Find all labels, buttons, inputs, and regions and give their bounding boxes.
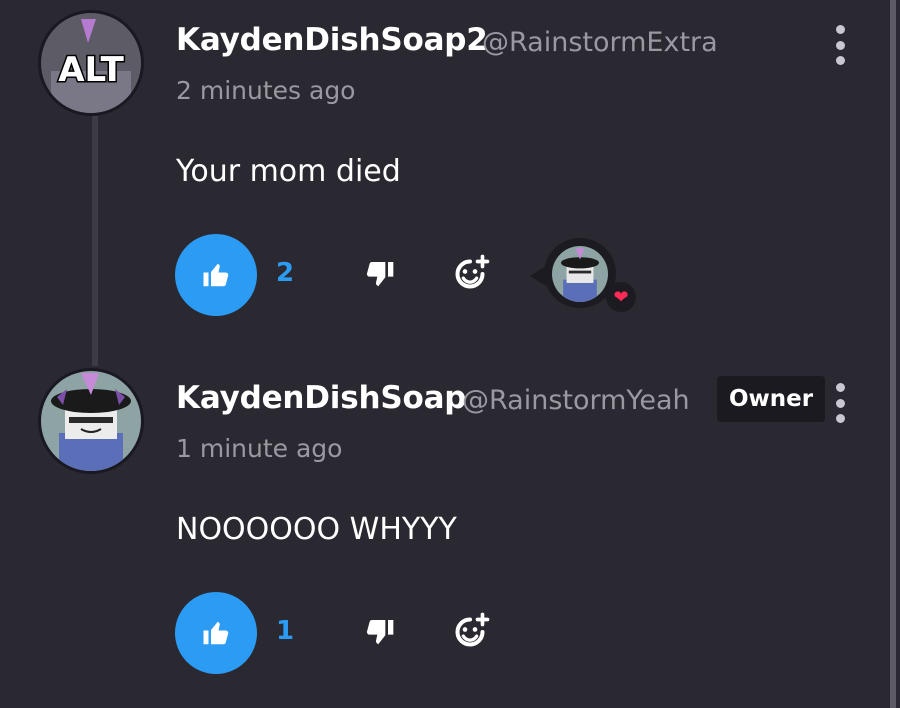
timestamp: 2 minutes ago (176, 76, 356, 105)
reactor-avatar (552, 246, 608, 302)
thumbs-down-icon (366, 262, 394, 287)
reply-thread-line (92, 116, 98, 366)
thumbs-up-icon (203, 263, 229, 287)
dislike-button[interactable] (358, 610, 402, 654)
avatar[interactable]: ALT (38, 10, 144, 116)
add-reaction-icon (455, 612, 490, 647)
comment-text: Your mom died (176, 154, 401, 189)
scrollbar-thumb[interactable] (890, 0, 896, 708)
owner-badge: Owner (717, 376, 826, 422)
more-options-icon[interactable] (830, 25, 850, 65)
dislike-button[interactable] (358, 252, 402, 296)
avatar[interactable] (38, 368, 144, 474)
add-reaction-button[interactable] (448, 610, 492, 654)
comment-text: NOOOOOO WHYYY (176, 512, 457, 547)
more-options-icon[interactable] (830, 383, 850, 423)
thumbs-down-icon (366, 620, 394, 645)
username[interactable]: KaydenDishSoap (176, 380, 466, 416)
user-handle[interactable]: @RainstormExtra (482, 27, 718, 58)
like-count: 1 (276, 616, 295, 646)
creator-reaction[interactable]: ❤ (530, 238, 636, 312)
like-button[interactable] (175, 592, 257, 674)
like-count: 2 (276, 258, 295, 288)
username[interactable]: KaydenDishSoap2 (176, 22, 488, 58)
user-handle[interactable]: @RainstormYeah (462, 385, 690, 416)
timestamp: 1 minute ago (176, 434, 343, 463)
like-button[interactable] (175, 234, 257, 316)
add-reaction-icon (455, 254, 490, 289)
add-reaction-button[interactable] (448, 252, 492, 296)
thumbs-up-icon (203, 621, 229, 645)
avatar-alt-label: ALT (58, 50, 124, 90)
scrollbar[interactable] (886, 0, 900, 708)
heart-icon: ❤ (606, 282, 636, 312)
